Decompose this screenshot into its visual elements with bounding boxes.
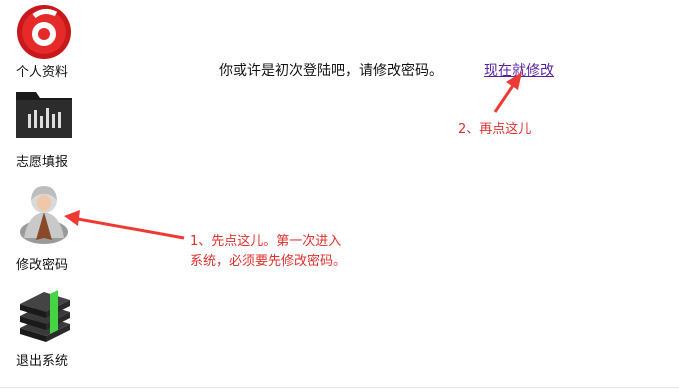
- arrow-to-avatar: [64, 210, 185, 240]
- bottom-divider: [0, 387, 679, 392]
- annotation-arrows: [64, 72, 522, 240]
- arrow-to-link: [493, 72, 522, 113]
